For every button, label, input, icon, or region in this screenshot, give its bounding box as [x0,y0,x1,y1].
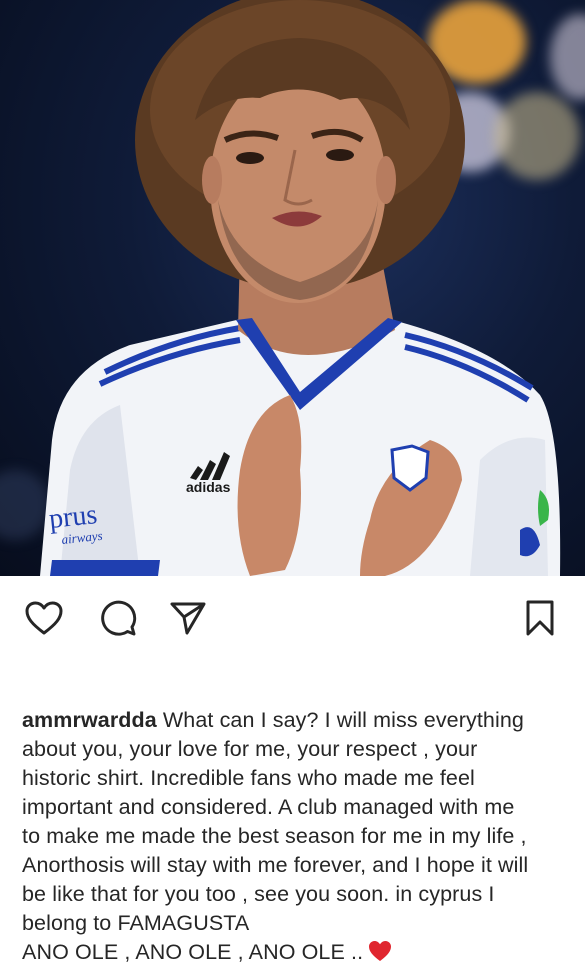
comment-button[interactable] [96,596,140,640]
caption-line: be like that for you too , see you soon.… [22,882,495,906]
heart-outline-icon [25,601,63,635]
caption-line: belong to FAMAGUSTA [22,911,250,935]
caption-line: historic shirt. Incredible fans who made… [22,766,475,790]
caption-line: Anorthosis will stay with me forever, an… [22,853,529,877]
save-button[interactable] [518,596,562,640]
post-caption: ammrwardda What can I say? I will miss e… [22,706,570,971]
post-photo[interactable]: adidas prus airways [0,0,585,576]
caption-username[interactable]: ammrwardda [22,708,157,732]
paper-plane-icon [170,602,206,635]
player-illustration: adidas prus airways [40,0,561,576]
speech-bubble-icon [101,600,137,636]
caption-line: ANO OLE , ANO OLE , ANO OLE .. [22,938,570,971]
like-button[interactable] [22,596,66,640]
caption-text: ANO OLE , ANO OLE , ANO OLE .. [22,940,364,964]
caption-line: to make me made the best season for me i… [22,824,527,848]
bookmark-icon [526,600,554,636]
svg-text:adidas: adidas [186,479,231,495]
caption-line: ammrwardda What can I say? I will miss e… [22,706,570,735]
post-actions-bar [0,576,585,648]
share-button[interactable] [166,596,210,640]
caption-line: important and considered. A club managed… [22,795,515,819]
red-heart-emoji-icon [367,939,393,971]
caption-text: What can I say? I will miss everything [156,708,524,732]
caption-line: about you, your love for me, your respec… [22,737,478,761]
